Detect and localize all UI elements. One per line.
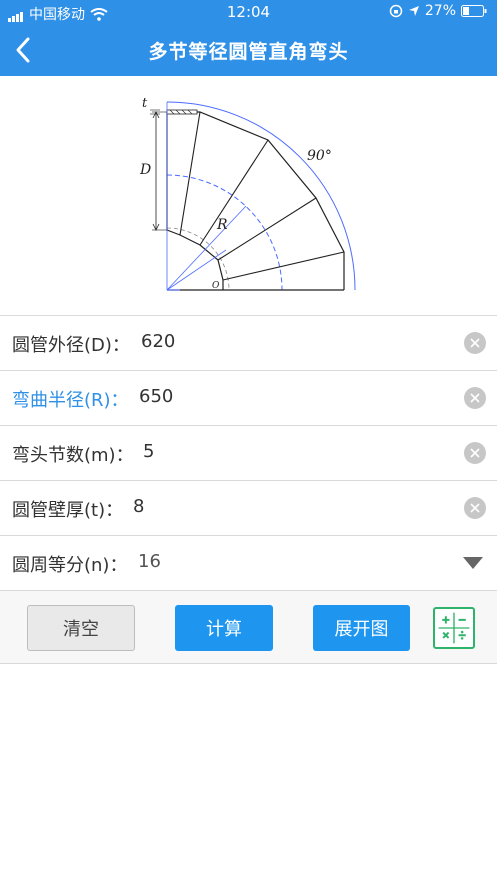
clear-icon[interactable] <box>464 497 486 519</box>
diagram-label-o: O <box>212 281 220 291</box>
clear-icon[interactable] <box>464 442 486 464</box>
field-circle-divisions[interactable]: 圆周等分(n)： 16 <box>0 535 497 590</box>
calculator-icon[interactable] <box>433 607 475 649</box>
status-bar: 中国移动 12:04 27% <box>0 0 497 24</box>
diagram-label-angle: 90° <box>307 148 332 164</box>
field-label: 圆周等分(n)： <box>12 555 128 576</box>
clear-button[interactable]: 清空 <box>27 605 135 651</box>
diagram-label-t: t <box>142 96 148 111</box>
field-label: 弯曲半径(R)： <box>12 390 129 411</box>
field-value[interactable]: 8 <box>133 496 144 517</box>
clear-icon[interactable] <box>464 332 486 354</box>
field-value[interactable]: 16 <box>138 551 161 572</box>
page-title: 多节等径圆管直角弯头 <box>148 41 349 63</box>
location-icon <box>408 6 419 16</box>
field-label: 圆管壁厚(t)： <box>12 500 124 521</box>
calculate-button[interactable]: 计算 <box>175 605 273 651</box>
field-outer-diameter[interactable]: 圆管外径(D)： 620 <box>0 315 497 370</box>
action-toolbar: 清空 计算 展开图 <box>0 590 497 664</box>
battery-icon <box>461 5 487 17</box>
elbow-diagram: t D R 90° O <box>139 96 356 291</box>
field-label: 圆管外径(D)： <box>12 335 130 356</box>
field-value[interactable]: 5 <box>143 441 154 462</box>
diagram-label-d: D <box>139 162 151 178</box>
battery-percent: 27% <box>424 3 456 19</box>
dropdown-arrow-icon[interactable] <box>463 557 483 569</box>
navigation-bar: 多节等径圆管直角弯头 <box>0 24 497 76</box>
status-right: 27% <box>389 3 487 19</box>
rotation-lock-icon <box>389 4 403 18</box>
field-wall-thickness[interactable]: 圆管壁厚(t)： 8 <box>0 480 497 535</box>
field-label: 弯头节数(m)： <box>12 445 134 466</box>
field-value[interactable]: 650 <box>139 386 173 407</box>
field-segment-count[interactable]: 弯头节数(m)： 5 <box>0 425 497 480</box>
unfold-button[interactable]: 展开图 <box>313 605 410 651</box>
field-bend-radius[interactable]: 弯曲半径(R)： 650 <box>0 370 497 425</box>
field-value[interactable]: 620 <box>141 331 175 352</box>
clear-icon[interactable] <box>464 387 486 409</box>
diagram-label-r: R <box>216 217 228 233</box>
